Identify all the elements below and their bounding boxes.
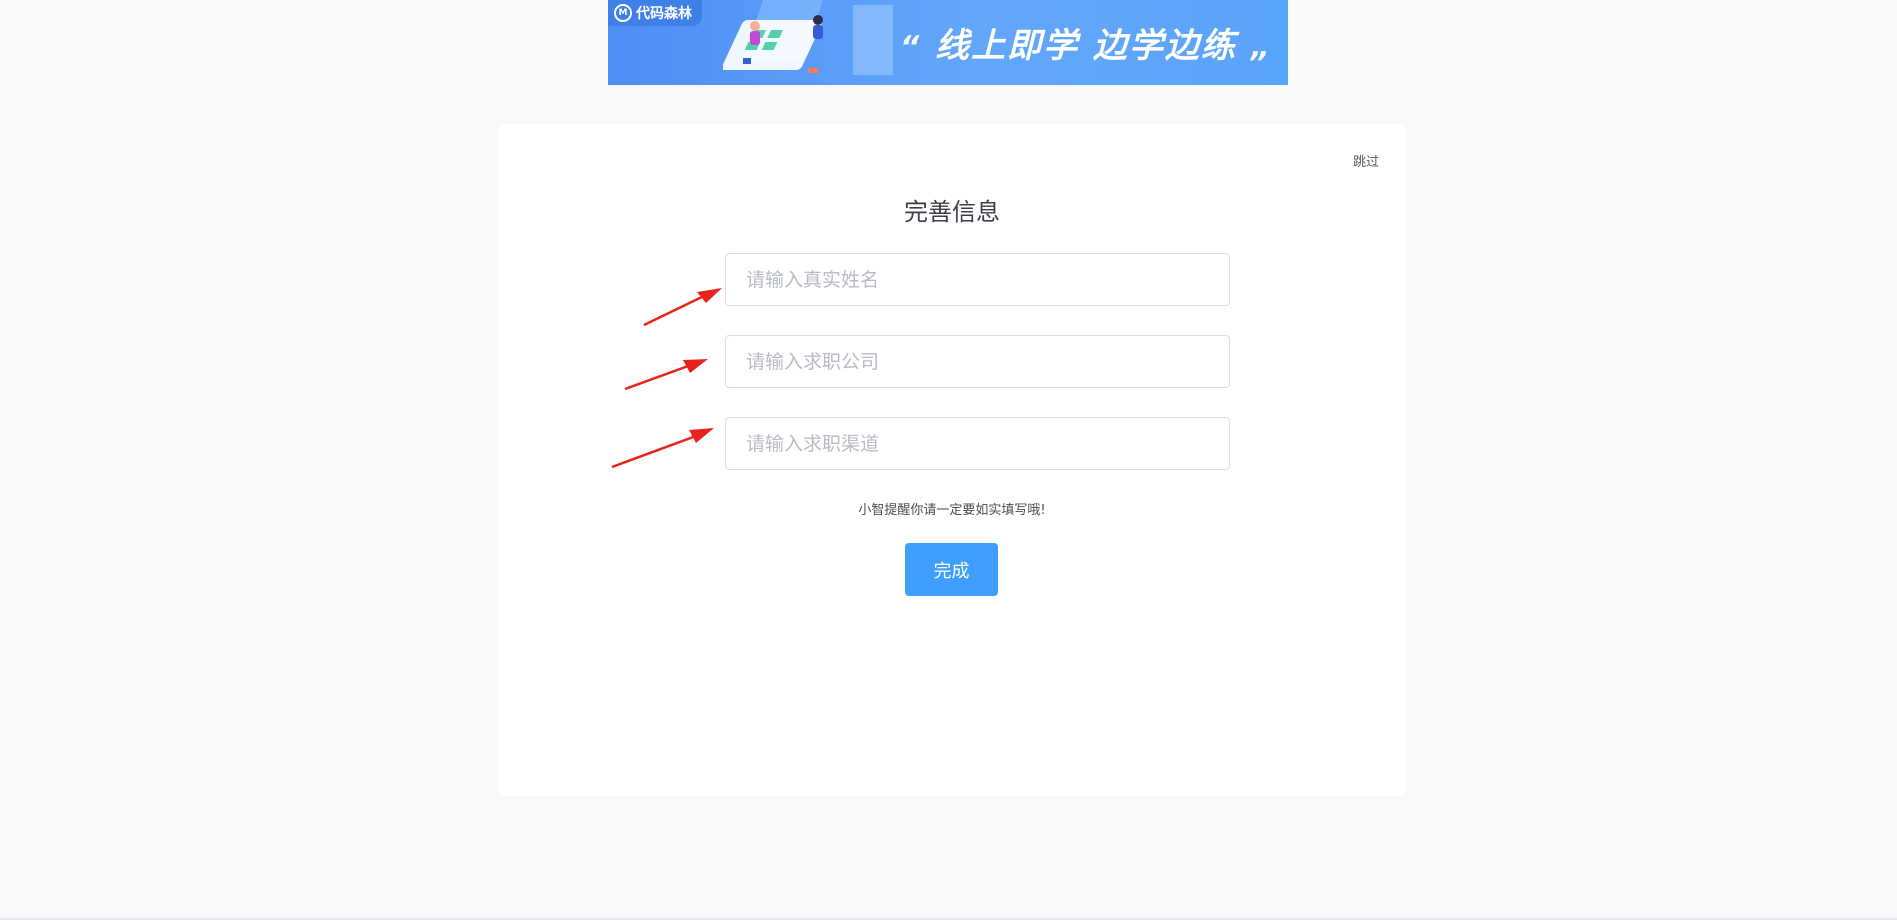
- brand-logo-icon: M: [614, 4, 632, 22]
- banner-slogan: “ 线上即学 边学边练 „: [900, 18, 1272, 67]
- brand-logo-text: 代码森林: [636, 6, 692, 22]
- job-channel-input[interactable]: [725, 417, 1230, 470]
- brand-logo: M 代码森林: [608, 0, 702, 26]
- complete-info-card: 跳过 完善信息 小智提醒你请一定要如实填写哦! 完成: [498, 124, 1406, 796]
- banner-slogan-text: 线上即学 边学边练: [935, 26, 1238, 66]
- page: M 代码森林 “ 线上即学 边学边练 „ 跳过 完善信息 请输入真实姓名 请输入…: [0, 0, 1897, 920]
- quote-close: „: [1250, 30, 1273, 65]
- banner-illustration: [723, 0, 893, 75]
- skip-link[interactable]: 跳过: [1353, 151, 1379, 170]
- complete-button[interactable]: 完成: [905, 543, 998, 596]
- quote-open: “: [900, 30, 922, 65]
- promo-banner[interactable]: M 代码森林 “ 线上即学 边学边练 „: [608, 0, 1288, 85]
- form-title: 完善信息: [904, 198, 1000, 226]
- hint-text: 小智提醒你请一定要如实填写哦!: [858, 503, 1046, 518]
- real-name-input[interactable]: [725, 253, 1230, 306]
- job-company-input[interactable]: [725, 335, 1230, 388]
